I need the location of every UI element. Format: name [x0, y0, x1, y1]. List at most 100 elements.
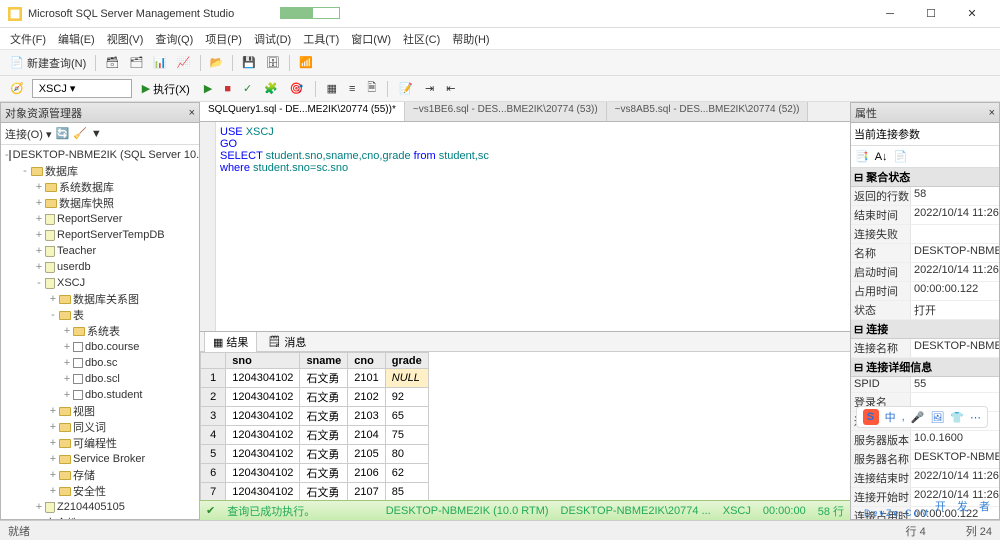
activity-icon[interactable]: 📶: [295, 54, 317, 71]
database-selector[interactable]: XSCJ ▾: [32, 79, 132, 98]
col-header[interactable]: sno: [226, 353, 300, 369]
new-query-button[interactable]: 📄 新建查询(N): [6, 53, 90, 73]
editor-tab[interactable]: ~vs8AB5.sql - DES...BME2IK\20774 (52)): [607, 102, 809, 121]
table-row[interactable]: 51204304102石文勇210580: [201, 445, 429, 464]
expand-icon[interactable]: +: [47, 453, 59, 465]
menu-item[interactable]: 文件(F): [4, 29, 52, 49]
expand-icon[interactable]: +: [33, 229, 45, 241]
results-grid-icon[interactable]: ▦: [323, 80, 341, 97]
menu-item[interactable]: 项目(P): [199, 29, 248, 49]
menu-item[interactable]: 调试(D): [248, 29, 297, 49]
db-nav-icon[interactable]: 🧭: [6, 80, 28, 97]
oe-refresh-icon[interactable]: 🔄: [55, 127, 69, 140]
object-tree[interactable]: - DESKTOP-NBME2IK (SQL Server 10.0.160 -…: [1, 145, 199, 519]
properties-close-icon[interactable]: ×: [989, 107, 995, 119]
tree-root[interactable]: - DESKTOP-NBME2IK (SQL Server 10.0.160: [3, 147, 197, 163]
minimize-button[interactable]: ─: [870, 2, 910, 26]
tree-node[interactable]: +Service Broker: [3, 451, 197, 467]
expand-icon[interactable]: +: [47, 293, 59, 305]
cat-sort-icon[interactable]: 📑: [855, 150, 869, 163]
save-all-icon[interactable]: 🗄: [262, 54, 284, 71]
expand-icon[interactable]: +: [33, 213, 45, 225]
editor-tab[interactable]: SQLQuery1.sql - DE...ME2IK\20774 (55))*: [200, 102, 405, 121]
tree-node[interactable]: +可编程性: [3, 435, 197, 451]
props-row[interactable]: SPID55: [851, 377, 999, 393]
expand-icon[interactable]: +: [61, 373, 73, 385]
expand-icon[interactable]: +: [61, 325, 73, 337]
expand-icon[interactable]: +: [47, 469, 59, 481]
props-row[interactable]: 占用时间00:00:00.122: [851, 282, 999, 301]
expand-icon[interactable]: -: [47, 309, 59, 321]
expand-icon[interactable]: -: [19, 165, 31, 177]
tab-results[interactable]: ▦结果: [204, 331, 257, 353]
props-row[interactable]: 连接结束时间2022/10/14 11:26:3: [851, 469, 999, 488]
props-row[interactable]: 服务器版本10.0.1600: [851, 431, 999, 450]
table-row[interactable]: 71204304102石文勇210785: [201, 483, 429, 501]
expand-icon[interactable]: +: [19, 517, 31, 519]
table-row[interactable]: 21204304102石文勇210292: [201, 388, 429, 407]
outdent-icon[interactable]: ⇤: [442, 80, 459, 97]
tree-node[interactable]: +dbo.sc: [3, 355, 197, 371]
props-row[interactable]: 返回的行数58: [851, 187, 999, 206]
tb-icon-1[interactable]: 🗃: [101, 54, 123, 71]
parse-icon[interactable]: ✓: [239, 80, 256, 97]
props-category[interactable]: ⊟ 连接: [851, 320, 999, 339]
expand-icon[interactable]: -: [33, 277, 45, 289]
results-text-icon[interactable]: ≡: [345, 81, 359, 97]
tree-node[interactable]: +数据库关系图: [3, 291, 197, 307]
tree-node[interactable]: -XSCJ: [3, 275, 197, 291]
table-row[interactable]: 61204304102石文勇210662: [201, 464, 429, 483]
oe-filter-icon[interactable]: 🧹: [73, 127, 87, 140]
table-row[interactable]: 31204304102石文勇210365: [201, 407, 429, 426]
tb2-icon-1[interactable]: 🧩: [260, 80, 282, 97]
tb-icon-4[interactable]: 📈: [173, 54, 195, 71]
expand-icon[interactable]: +: [47, 421, 59, 433]
expand-icon[interactable]: +: [61, 341, 73, 353]
menu-item[interactable]: 编辑(E): [52, 29, 101, 49]
ime-toolbar[interactable]: S 中,🎤🖼👕⋯: [856, 406, 988, 428]
col-header[interactable]: grade: [385, 353, 428, 369]
props-page-icon[interactable]: 📄: [894, 150, 908, 163]
comment-icon[interactable]: 📝: [395, 80, 417, 97]
execute-button[interactable]: ▶ 执行(X): [136, 79, 196, 99]
expand-icon[interactable]: +: [33, 181, 45, 193]
props-category[interactable]: ⊟ 连接详细信息: [851, 358, 999, 377]
tree-node[interactable]: +数据库快照: [3, 195, 197, 211]
tree-node[interactable]: +Teacher: [3, 243, 197, 259]
close-button[interactable]: ✕: [952, 2, 992, 26]
table-row[interactable]: 41204304102石文勇210475: [201, 426, 429, 445]
tab-messages[interactable]: 🗒消息: [259, 332, 314, 352]
az-sort-icon[interactable]: A↓: [875, 151, 888, 163]
tree-node[interactable]: +安全性: [3, 515, 197, 519]
indent-icon[interactable]: ⇥: [421, 80, 438, 97]
tree-node[interactable]: +dbo.scl: [3, 371, 197, 387]
expand-icon[interactable]: +: [61, 389, 73, 401]
maximize-button[interactable]: ☐: [911, 2, 951, 26]
tb2-icon-2[interactable]: 🎯: [286, 80, 308, 97]
tree-node[interactable]: +存储: [3, 467, 197, 483]
menu-item[interactable]: 查询(Q): [149, 29, 199, 49]
tree-node[interactable]: +视图: [3, 403, 197, 419]
expand-icon[interactable]: +: [33, 245, 45, 257]
menu-item[interactable]: 窗口(W): [345, 29, 397, 49]
tb-icon-2[interactable]: 🗂: [125, 54, 147, 71]
table-row[interactable]: 11204304102石文勇2101NULL: [201, 369, 429, 388]
props-row[interactable]: 连接名称DESKTOP-NBME2II: [851, 339, 999, 358]
tree-node[interactable]: +ReportServerTempDB: [3, 227, 197, 243]
props-row[interactable]: 服务器名称DESKTOP-NBME2II: [851, 450, 999, 469]
tree-node[interactable]: -表: [3, 307, 197, 323]
props-row[interactable]: 启动时间2022/10/14 11:26:3: [851, 263, 999, 282]
tree-node[interactable]: +userdb: [3, 259, 197, 275]
props-row[interactable]: 名称DESKTOP-NBME2II: [851, 244, 999, 263]
expand-icon[interactable]: +: [33, 261, 45, 273]
col-header[interactable]: sname: [300, 353, 348, 369]
expand-icon[interactable]: +: [33, 501, 45, 513]
tree-node[interactable]: +dbo.course: [3, 339, 197, 355]
results-file-icon[interactable]: 🗎: [363, 77, 380, 100]
debug-icon[interactable]: ▶: [200, 80, 216, 97]
oe-stop-icon[interactable]: ▼: [91, 128, 102, 140]
col-header[interactable]: cno: [348, 353, 385, 369]
menu-item[interactable]: 帮助(H): [446, 29, 495, 49]
connect-dropdown[interactable]: 连接(O) ▾: [5, 126, 51, 142]
props-category[interactable]: ⊟ 聚合状态: [851, 168, 999, 187]
